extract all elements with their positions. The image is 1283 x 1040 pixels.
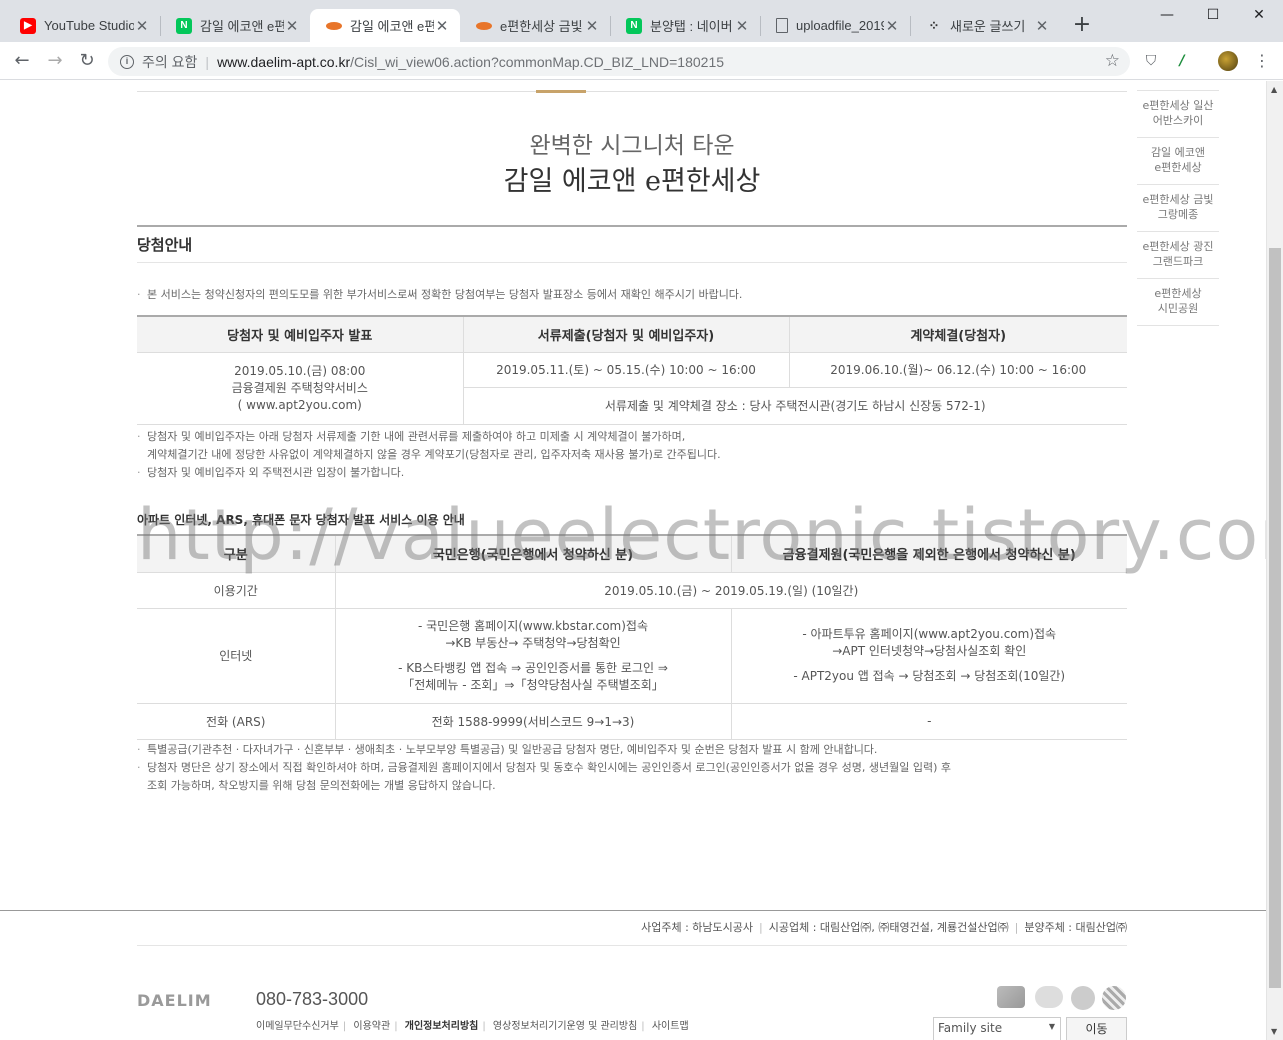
quick-nav-item[interactable]: e편한세상 금빛 그랑메종 [1137, 185, 1219, 232]
kb-internet-cell: - 국민은행 홈페이지(www.kbstar.com)접속 →KB 부동산→ 주… [334, 607, 732, 704]
service-title: 아파트 인터넷, ARS, 휴대폰 문자 당첨자 발표 서비스 이용 안내 [137, 513, 465, 527]
schedule-table: 당첨자 및 예비입주자 발표 서류제출(당첨자 및 예비입주자) 계약체결(당첨… [137, 315, 1127, 425]
address-bar[interactable]: i 주의 요함 | www.daelim-apt.co.kr/Cisl_wi_v… [108, 47, 1130, 76]
business-info: 사업주체 : 하남도시공사 | 시공업체 : 대림산업㈜, ㈜태영건설, 계룡건설산… [641, 921, 1127, 934]
service-header: 금융결제원(국민은행을 제외한 은행에서 청약하신 분) [730, 534, 1127, 573]
close-icon[interactable]: ✕ [734, 17, 750, 35]
intro-note: 본 서비스는 청약신청자의 편의도모를 위한 부가서비스로써 정확한 당첨여부는… [137, 286, 742, 304]
period-cell: 2019.05.10.(금) ~ 2019.05.19.(일) (10일간) [334, 571, 1127, 609]
footer-link[interactable]: 사이트맵 [652, 1021, 689, 1032]
contract-period-cell: 2019.06.10.(월)~ 06.12.(수) 10:00 ~ 16:00 [788, 351, 1127, 388]
tab-accent-bar [536, 90, 586, 93]
schedule-header: 당첨자 및 예비입주자 발표 [137, 315, 464, 353]
footer-link[interactable]: 개인정보처리방침 [405, 1021, 479, 1032]
browser-tab-naver-2[interactable]: N 분양탭 : 네이버 ✕ [610, 9, 760, 42]
page-scrollbar[interactable]: ▲ ▼ [1266, 81, 1283, 1040]
cert-badge-icon [1035, 986, 1063, 1008]
footer-link[interactable]: 이용약관 [353, 1021, 390, 1032]
tistory-icon: ⁘ [928, 17, 940, 33]
chevron-down-icon: ▼ [1048, 1022, 1055, 1031]
service-header: 구분 [137, 534, 336, 573]
window-close-icon[interactable]: ✕ [1236, 0, 1282, 30]
close-icon[interactable]: ✕ [284, 17, 300, 35]
schedule-header: 서류제출(당첨자 및 예비입주자) [462, 315, 790, 353]
kftc-ars-cell: - [730, 702, 1127, 740]
browser-toolbar: ← → ↻ i 주의 요함 | www.daelim-apt.co.kr/Cis… [0, 42, 1283, 80]
footer-links: 이메일무단수신거부 | 이용약관 | 개인정보처리방침 | 영상정보처리기기운영 및 … [256, 1021, 689, 1032]
reload-icon[interactable]: ↻ [74, 48, 100, 74]
new-tab-button[interactable]: + [1068, 11, 1096, 39]
row-label: 전화 (ARS) [137, 702, 336, 740]
browser-tab-geumbit[interactable]: e편한세상 금빛 ✕ [460, 9, 610, 42]
quick-nav-item[interactable]: 감일 에코앤 e편한세상 [1137, 138, 1219, 185]
browser-tab-youtube[interactable]: ▶ YouTube Studio ✕ [4, 9, 160, 42]
maximize-icon[interactable]: ☐ [1190, 0, 1236, 30]
naver-icon: N [176, 17, 192, 34]
family-site-select[interactable]: Family site ▼ [933, 1017, 1061, 1040]
naver-icon: N [626, 17, 642, 34]
note-item: 특별공급(기관추천 · 다자녀가구 · 신혼부부 · 생애최초 · 노부모부양 … [137, 741, 877, 759]
award-badge-icon [1071, 986, 1095, 1010]
menu-dots-icon[interactable]: ⋮ [1254, 50, 1270, 72]
browser-tab-upload[interactable]: uploadfile_2019 ✕ [760, 9, 910, 42]
close-icon[interactable]: ✕ [134, 17, 150, 35]
service-table: 구분 국민은행(국민은행에서 청약하신 분) 금융결제원(국민은행을 제외한 은… [137, 534, 1127, 740]
quick-nav-item[interactable]: e편한세상 광진 그랜드파크 [1137, 232, 1219, 279]
note-item: 당첨자 명단은 상기 장소에서 직접 확인하셔야 하며, 금융결제원 홈페이지에… [137, 759, 951, 777]
service-header: 국민은행(국민은행에서 청약하신 분) [334, 534, 732, 573]
kftc-internet-cell: - 아파트투유 홈페이지(www.apt2you.com)접속 →APT 인터넷… [730, 607, 1127, 704]
daelim-logo: DAELIM [137, 991, 212, 1010]
info-icon[interactable]: i [120, 54, 134, 69]
youtube-icon: ▶ [20, 17, 36, 34]
row-label: 이용기간 [137, 571, 336, 609]
scroll-up-icon[interactable]: ▲ [1271, 85, 1277, 94]
quick-nav: e편한세상 일산 어반스카이 감일 에코앤 e편한세상 e편한세상 금빛 그랑메… [1137, 81, 1219, 326]
close-icon[interactable]: ✕ [434, 17, 450, 35]
close-icon[interactable]: ✕ [884, 17, 900, 35]
browser-tab-naver[interactable]: N 감일 에코앤 e편 ✕ [160, 9, 310, 42]
quick-nav-item[interactable]: e편한세상 일산 어반스카이 [1137, 91, 1219, 138]
note-item: 당첨자 및 예비입주자 외 주택전시관 입장이 불가합니다. [137, 464, 404, 482]
close-icon[interactable]: ✕ [1034, 17, 1050, 35]
scroll-down-icon[interactable]: ▼ [1271, 1027, 1277, 1036]
row-label: 인터넷 [137, 607, 336, 704]
forward-icon[interactable]: → [42, 48, 68, 74]
note-item: 계약체결기간 내에 정당한 사유없이 계약체결하지 않을 경우 계약포기(당첨자… [147, 448, 721, 461]
browser-tab-active[interactable]: 감일 에코앤 e편 ✕ [310, 9, 460, 42]
pen-extension-icon[interactable]: / [1172, 51, 1192, 71]
go-button[interactable]: 이동 [1066, 1017, 1127, 1040]
quick-nav-item[interactable]: e편한세상 시민공원 [1137, 279, 1219, 326]
globe-badge-icon [1102, 986, 1126, 1010]
section-title: 당첨안내 [137, 236, 193, 254]
hero-subtitle: 완벽한 시그니처 타운 [529, 133, 735, 159]
page-title: 감일 에코앤 e편한세상 [503, 166, 761, 197]
shield-extension-icon[interactable]: ⛉ [1141, 51, 1161, 71]
footer-link[interactable]: 영상정보처리기기운영 및 관리방침 [493, 1021, 637, 1032]
tab-strip: ▶ YouTube Studio ✕ N 감일 에코앤 e편 ✕ 감일 에코앤 … [0, 0, 1283, 42]
page-viewport: 완벽한 시그니처 타운 감일 에코앤 e편한세상 당첨안내 본 서비스는 청약신… [0, 81, 1266, 1040]
place-cell: 서류제출 및 계약체결 장소 : 당사 주택전시관(경기도 하남시 신장동 57… [463, 386, 1127, 425]
minimize-icon[interactable]: — [1144, 0, 1190, 30]
daelim-icon [476, 21, 492, 30]
schedule-header: 계약체결(당첨자) [788, 315, 1127, 353]
note-item: 조회 가능하며, 착오방지를 위해 당첨 문의전화에는 개별 응답하지 않습니다… [147, 779, 496, 792]
profile-avatar[interactable] [1218, 51, 1238, 71]
back-icon[interactable]: ← [9, 48, 35, 74]
footer-link[interactable]: 이메일무단수신거부 [256, 1021, 339, 1032]
scroll-thumb[interactable] [1269, 248, 1281, 988]
document-icon [776, 18, 788, 33]
phone-number: 080-783-3000 [256, 989, 369, 1009]
close-icon[interactable]: ✕ [584, 17, 600, 35]
daelim-icon [326, 21, 342, 30]
note-item: 당첨자 및 예비입주자는 아래 당첨자 서류제출 기한 내에 관련서류를 제출하… [137, 428, 685, 446]
ncsi-badge-icon [997, 986, 1025, 1008]
browser-tab-tistory[interactable]: ⁘ 새로운 글쓰기 ✕ [910, 9, 1060, 42]
docs-period-cell: 2019.05.11.(토) ~ 05.15.(수) 10:00 ~ 16:00 [462, 351, 790, 388]
announce-cell: 2019.05.10.(금) 08:00 금융결제원 주택청약서비스 ( www… [137, 351, 464, 425]
bookmark-star-icon[interactable]: ☆ [1105, 51, 1120, 71]
kb-ars-cell: 전화 1588-9999(서비스코드 9→1→3) [334, 702, 732, 740]
